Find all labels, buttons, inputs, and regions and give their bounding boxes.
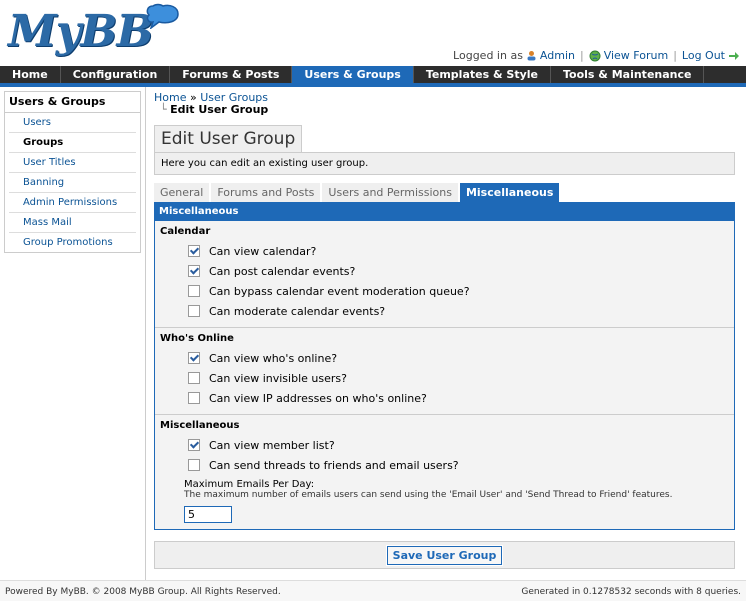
sidebar-item-banning[interactable]: Banning — [9, 173, 136, 193]
breadcrumb: Home » User Groups └ Edit User Group — [154, 92, 735, 116]
nav-tab-forums-posts[interactable]: Forums & Posts — [170, 66, 293, 83]
sidebar-item-user-titles[interactable]: User Titles — [9, 153, 136, 173]
checkbox[interactable] — [188, 459, 200, 471]
save-user-group-button[interactable]: Save User Group — [385, 544, 504, 566]
option-row: Can send threads to friends and email us… — [159, 455, 730, 475]
globe-icon — [589, 50, 601, 61]
link-separator: | — [673, 49, 677, 62]
nav-tab-home[interactable]: Home — [0, 66, 61, 83]
checkbox-label[interactable]: Can view who's online? — [209, 352, 337, 365]
option-row: Can view IP addresses on who's online? — [159, 388, 730, 408]
option-row: Can view invisible users? — [159, 368, 730, 388]
option-row: Can bypass calendar event moderation que… — [159, 281, 730, 301]
sidebar-item-groups[interactable]: Groups — [9, 133, 136, 153]
tab-users-and-permissions[interactable]: Users and Permissions — [322, 183, 458, 202]
breadcrumb-branch-icon: └ — [160, 103, 171, 116]
tab-forums-and-posts[interactable]: Forums and Posts — [211, 183, 321, 202]
checkbox-label[interactable]: Can bypass calendar event moderation que… — [209, 285, 470, 298]
checkbox[interactable] — [188, 305, 200, 317]
checkbox[interactable] — [188, 392, 200, 404]
group-title: Miscellaneous — [160, 420, 240, 431]
nav-tab-configuration[interactable]: Configuration — [61, 66, 171, 83]
checkbox-label[interactable]: Can view member list? — [209, 439, 335, 452]
main-nav: Home Configuration Forums & Posts Users … — [0, 66, 746, 83]
checkbox-label[interactable]: Can view calendar? — [209, 245, 316, 258]
header: MyBB Logged in as Admin | View Forum | L… — [0, 0, 746, 66]
max-emails-description: The maximum number of emails users can s… — [184, 490, 673, 500]
main-content: Home » User Groups └ Edit User Group Edi… — [154, 87, 735, 569]
tab-general[interactable]: General — [154, 183, 210, 202]
checkbox-label[interactable]: Can post calendar events? — [209, 265, 355, 278]
option-row: Can post calendar events? — [159, 261, 730, 281]
nav-tab-templates-style[interactable]: Templates & Style — [414, 66, 551, 83]
panel-header: Miscellaneous — [155, 202, 734, 221]
miscellaneous-group: Miscellaneous Can view member list? Can … — [155, 415, 734, 529]
page-description: Here you can edit an existing user group… — [154, 152, 735, 175]
checkbox-label[interactable]: Can view IP addresses on who's online? — [209, 392, 427, 405]
speech-bubble-icon — [146, 3, 179, 29]
page-title: Edit User Group — [154, 125, 303, 152]
nav-tab-tools-maintenance[interactable]: Tools & Maintenance — [551, 66, 705, 83]
checkbox-label[interactable]: Can send threads to friends and email us… — [209, 459, 459, 472]
sidebar-item-users[interactable]: Users — [9, 113, 136, 133]
mybb-logo[interactable]: MyBB — [8, 6, 154, 57]
group-title: Who's Online — [160, 333, 234, 344]
option-row: Can moderate calendar events? — [159, 301, 730, 321]
form-actions: Save User Group — [154, 541, 735, 569]
logged-in-label: Logged in as — [453, 49, 523, 62]
sidebar: Users & Groups Users Groups User Titles … — [0, 87, 146, 580]
sidebar-item-admin-permissions[interactable]: Admin Permissions — [9, 193, 136, 213]
whos-online-group: Who's Online Can view who's online? Can … — [155, 328, 734, 415]
checkbox-label[interactable]: Can moderate calendar events? — [209, 305, 385, 318]
checkbox-label[interactable]: Can view invisible users? — [209, 372, 347, 385]
option-row: Can view member list? — [159, 435, 730, 455]
miscellaneous-panel: Miscellaneous Calendar Can view calendar… — [154, 202, 735, 530]
view-forum-link[interactable]: View Forum — [604, 49, 668, 62]
link-separator: | — [579, 49, 584, 62]
max-emails-input[interactable]: 5 — [184, 506, 232, 523]
checkbox[interactable] — [188, 265, 200, 277]
max-emails-label: Maximum Emails Per Day: — [184, 479, 315, 490]
footer-copyright: Powered By MyBB. © 2008 MyBB Group. All … — [5, 587, 281, 597]
checkbox[interactable] — [188, 439, 200, 451]
user-links: Logged in as Admin | View Forum | Log Ou… — [453, 49, 740, 62]
checkbox[interactable] — [188, 285, 200, 297]
footer-generated: Generated in 0.1278532 seconds with 8 qu… — [521, 587, 741, 597]
footer: Powered By MyBB. © 2008 MyBB Group. All … — [0, 580, 746, 601]
log-out-link[interactable]: Log Out — [682, 49, 725, 62]
user-icon — [527, 51, 536, 61]
checkbox[interactable] — [188, 372, 200, 384]
tab-miscellaneous[interactable]: Miscellaneous — [459, 183, 560, 202]
admin-link[interactable]: Admin — [540, 49, 575, 62]
sidebar-item-group-promotions[interactable]: Group Promotions — [9, 233, 136, 252]
checkbox[interactable] — [188, 245, 200, 257]
nav-tab-users-groups[interactable]: Users & Groups — [292, 66, 414, 83]
group-title: Calendar — [160, 226, 211, 237]
form-tabs: General Forums and Posts Users and Permi… — [154, 183, 735, 202]
sidebar-item-mass-mail[interactable]: Mass Mail — [9, 213, 136, 233]
arrow-right-icon — [729, 51, 739, 60]
option-row: Can view calendar? — [159, 241, 730, 261]
sidebar-title: Users & Groups — [5, 92, 140, 113]
checkbox[interactable] — [188, 352, 200, 364]
calendar-group: Calendar Can view calendar? Can post cal… — [155, 221, 734, 328]
sidebar-menu: Users & Groups Users Groups User Titles … — [4, 91, 141, 253]
breadcrumb-current: Edit User Group — [170, 103, 269, 116]
option-row: Can view who's online? — [159, 348, 730, 368]
